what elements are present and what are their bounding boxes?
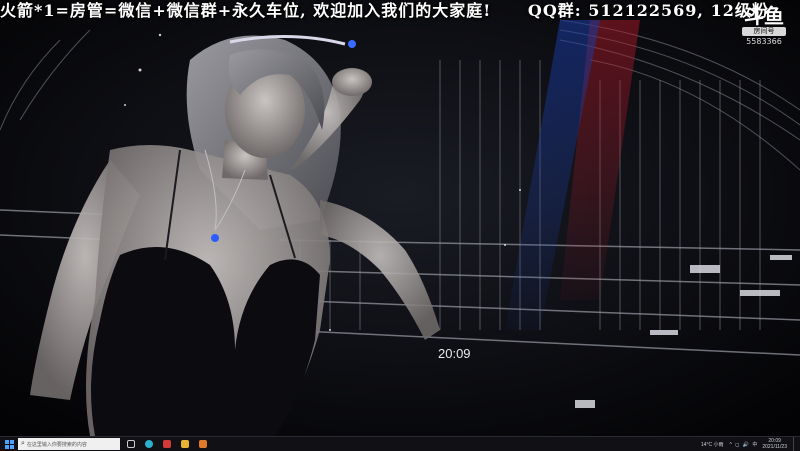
weather-widget[interactable]: 14°C 小雨 xyxy=(701,441,724,448)
taskbar-clock[interactable]: 20:09 2021/11/23 xyxy=(762,438,787,450)
app-icon-red[interactable] xyxy=(160,437,174,451)
task-view-icon[interactable] xyxy=(124,437,138,451)
tray-icons[interactable]: ^ ◻ 🔊 中 xyxy=(729,441,758,448)
taskbar-date: 2021/11/23 xyxy=(762,444,787,450)
banner-text: 火箭*1=房管=微信+微信群+永久车位, 欢迎加入我们的大家庭! xyxy=(0,1,492,20)
app-icon-orange[interactable] xyxy=(196,437,210,451)
windows-taskbar: ⌕ 在这里输入你要搜索的内容 14°C 小雨 ^ ◻ 🔊 中 20:09 202… xyxy=(0,436,800,451)
stream-video-frame: 火箭*1=房管=微信+微信群+永久车位, 欢迎加入我们的大家庭! QQ群: 51… xyxy=(0,0,800,436)
app-icon-folder[interactable] xyxy=(178,437,192,451)
edge-icon[interactable] xyxy=(142,437,156,451)
start-button[interactable] xyxy=(0,437,18,451)
windows-icon xyxy=(4,439,14,449)
qq-group-text: QQ群: 512122569, 12级粉 xyxy=(527,1,769,20)
system-tray: 14°C 小雨 ^ ◻ 🔊 中 20:09 2021/11/23 xyxy=(701,437,800,451)
concert-stage-image xyxy=(0,0,800,436)
room-tag: 房间号 xyxy=(742,27,786,36)
platform-logo: 斗鱼 xyxy=(744,4,784,28)
overlay-clock: 20:09 xyxy=(438,346,471,361)
room-badge: 斗鱼 房间号 5583366 xyxy=(742,6,786,46)
show-desktop-button[interactable] xyxy=(793,437,800,451)
chat-rules-banner: 火箭*1=房管=微信+微信群+永久车位, 欢迎加入我们的大家庭! QQ群: 51… xyxy=(0,0,769,22)
taskbar-search-box[interactable]: ⌕ 在这里输入你要搜索的内容 xyxy=(18,438,120,450)
room-number: 5583366 xyxy=(746,37,782,46)
search-icon: ⌕ xyxy=(21,440,25,447)
search-placeholder: 在这里输入你要搜索的内容 xyxy=(26,441,87,448)
